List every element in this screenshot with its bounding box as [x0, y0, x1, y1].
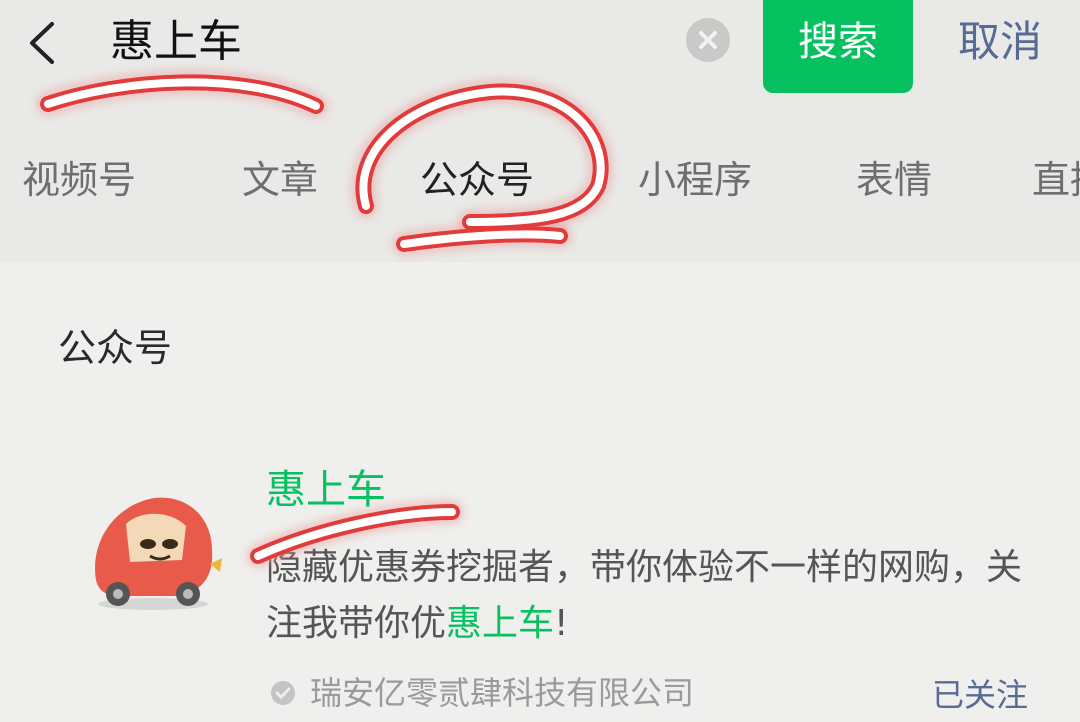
tab-video-channel[interactable]: 视频号 [22, 150, 136, 210]
annotation-stroke [396, 226, 568, 252]
section-title: 公众号 [58, 326, 173, 370]
search-button[interactable]: 搜索 [763, 0, 913, 93]
search-bar: 惠上车 搜索 取消 [0, 0, 1080, 95]
follow-status[interactable]: 已关注 [932, 670, 1028, 720]
description-text: 隐藏优惠券挖掘者，带你体验不一样的网购，关注我带你优 [266, 547, 1023, 644]
cancel-button[interactable]: 取消 [958, 14, 1042, 70]
tab-stickers[interactable]: 表情 [856, 150, 932, 210]
company-name: 瑞安亿零贰肆科技有限公司 [310, 674, 695, 712]
back-icon[interactable] [22, 18, 66, 68]
description-highlight: 惠上车 [446, 603, 555, 644]
tab-articles[interactable]: 文章 [242, 150, 318, 210]
tab-official-accounts[interactable]: 公众号 [420, 150, 534, 210]
company-icon [268, 672, 298, 705]
account-name[interactable]: 惠上车 [266, 460, 386, 520]
avatar-image[interactable] [78, 484, 228, 614]
search-input[interactable]: 惠上车 [110, 14, 242, 70]
category-tabs: 视频号 文章 公众号 小程序 表情 直播 [0, 150, 1080, 220]
account-description: 隐藏优惠券挖掘者，带你体验不一样的网购，关注我带你优惠上车! [266, 540, 1026, 652]
tab-mini-programs[interactable]: 小程序 [638, 150, 752, 210]
tab-live[interactable]: 直播 [1032, 150, 1080, 210]
description-end: ! [554, 603, 569, 644]
clear-icon[interactable] [686, 18, 730, 62]
company-info: 瑞安亿零贰肆科技有限公司 [268, 668, 694, 718]
